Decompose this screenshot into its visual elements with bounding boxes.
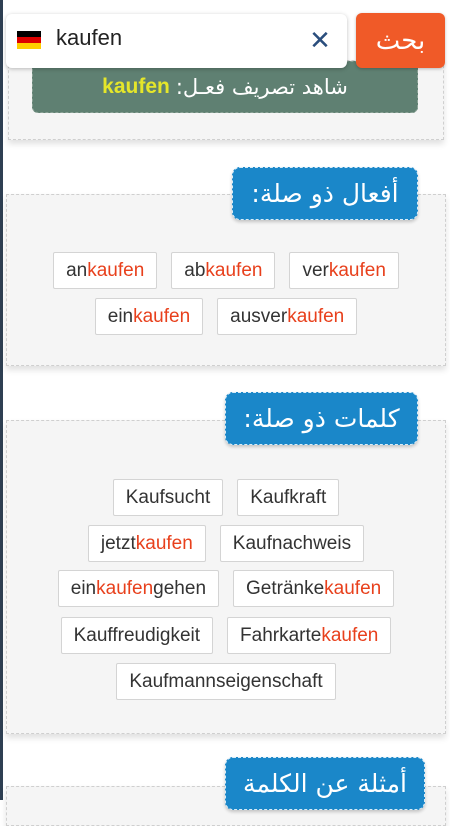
related-chip[interactable]: an kaufen <box>53 252 158 289</box>
related-chip[interactable]: Kauffreudigkeit <box>60 617 214 654</box>
related-chip[interactable]: Kaufnachweis <box>219 525 365 562</box>
chip-row: ein kaufen ausver kaufen <box>7 298 445 335</box>
chip-text: ein <box>70 577 97 599</box>
related-chip[interactable]: Fahrkarte kaufen <box>227 617 392 654</box>
chip-text: an <box>66 259 88 281</box>
chip-row: Kaufmannseigenschaft <box>7 663 445 700</box>
related-chip[interactable]: ein kaufen <box>94 298 204 335</box>
chip-text: Getränke <box>246 577 325 599</box>
chip-row: Kaufsucht Kaufkraft <box>7 479 445 516</box>
chip-row: jetzt kaufen Kaufnachweis <box>7 525 445 562</box>
chip-highlight-text: kaufen <box>96 577 154 599</box>
related-chip[interactable]: Kaufmannseigenschaft <box>116 663 336 700</box>
chip-highlight-text: kaufen <box>87 259 145 281</box>
view-conjugation-button[interactable]: شاهد تصريف فعـل: kaufen <box>32 61 418 113</box>
chip-text: Kaufsucht <box>125 486 211 508</box>
chip-highlight-text: kaufen <box>135 532 193 554</box>
chip-row: ein kaufen gehen Getränke kaufen <box>7 570 445 607</box>
left-edge-bar <box>0 0 3 800</box>
chip-highlight-text: kaufen <box>205 259 263 281</box>
chip-text: ein <box>107 305 134 327</box>
chip-text: Kaufkraft <box>250 486 327 508</box>
chip-row: Kauffreudigkeit Fahrkarte kaufen <box>7 617 445 654</box>
related-chip[interactable]: Getränke kaufen <box>233 570 395 607</box>
chip-text: ausver <box>230 305 288 327</box>
chip-highlight-text: kaufen <box>324 577 382 599</box>
chip-text: ver <box>302 259 329 281</box>
related-chip[interactable]: jetzt kaufen <box>87 525 206 562</box>
search-input[interactable] <box>56 22 286 54</box>
related-chip[interactable]: Kaufsucht <box>112 479 224 516</box>
related-chip[interactable]: ab kaufen <box>171 252 276 289</box>
chip-text: Kaufmannseigenschaft <box>129 670 323 692</box>
chip-text: jetzt <box>100 532 136 554</box>
chip-highlight-text: kaufen <box>287 305 345 327</box>
chip-text: gehen <box>153 577 207 599</box>
chip-highlight-text: kaufen <box>321 624 379 646</box>
chip-text: Fahrkarte <box>240 624 322 646</box>
chip-text: Kaufnachweis <box>232 532 352 554</box>
german-flag-icon[interactable] <box>17 31 41 49</box>
conjugation-verb: kaufen <box>102 75 170 98</box>
chip-highlight-text: kaufen <box>328 259 386 281</box>
search-button[interactable]: بحث <box>356 13 445 68</box>
chip-row: an kaufen ab kaufen ver kaufen <box>7 252 445 289</box>
related-chip[interactable]: ein kaufen gehen <box>57 570 220 607</box>
related-words-section: Kaufsucht Kaufkraft jetzt kaufen Kaufnachwe… <box>6 420 446 734</box>
chip-highlight-text: kaufen <box>133 305 191 327</box>
related-words-title: كلمات ذو صلة: <box>225 392 418 445</box>
related-chip[interactable]: Kaufkraft <box>237 479 340 516</box>
examples-title: أمثلة عن الكلمة <box>225 757 425 810</box>
close-icon[interactable]: ✕ <box>306 25 334 55</box>
chip-text: ab <box>184 259 206 281</box>
related-chip[interactable]: ver kaufen <box>289 252 399 289</box>
related-verbs-title: أفعال ذو صلة: <box>232 167 418 220</box>
chip-text: Kauffreudigkeit <box>73 624 201 646</box>
related-chip[interactable]: ausver kaufen <box>217 298 358 335</box>
conjugation-label: شاهد تصريف فعـل: <box>175 75 348 99</box>
conjugation-card: شاهد تصريف فعـل: kaufen <box>8 60 444 140</box>
